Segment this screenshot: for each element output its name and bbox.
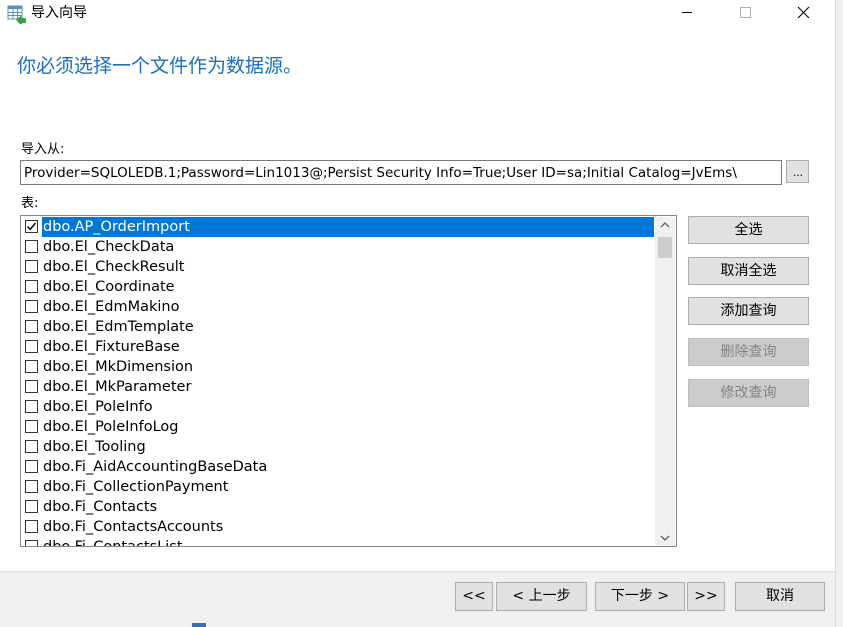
table-name: dbo.El_CheckData xyxy=(43,239,175,255)
table-row[interactable]: dbo.El_CheckData xyxy=(22,237,655,257)
table-row[interactable]: dbo.Fi_AidAccountingBaseData xyxy=(22,457,655,477)
previous-step-button[interactable]: < 上一步 xyxy=(496,582,587,611)
table-row[interactable]: dbo.El_EdmMakino xyxy=(22,297,655,317)
row-checkbox[interactable] xyxy=(25,240,38,253)
table-name: dbo.El_CheckResult xyxy=(43,259,185,275)
window-edge xyxy=(835,0,843,627)
maximize-icon xyxy=(740,7,751,18)
row-checkbox[interactable] xyxy=(25,220,38,233)
vertical-scrollbar[interactable] xyxy=(655,217,675,546)
table-name: dbo.El_Coordinate xyxy=(43,279,175,295)
maximize-button[interactable] xyxy=(722,0,768,28)
table-name: dbo.El_MkParameter xyxy=(43,379,192,395)
table-row[interactable]: dbo.El_Coordinate xyxy=(22,277,655,297)
deselect-all-button[interactable]: 取消全选 xyxy=(688,257,809,285)
import-wizard-window: 导入向导 你必须选择一个文件作为数据源。 导入从: ... 表: dbo.AP_… xyxy=(0,0,835,627)
table-name: dbo.El_FixtureBase xyxy=(43,339,180,355)
row-checkbox[interactable] xyxy=(25,440,38,453)
close-button[interactable] xyxy=(780,0,826,28)
table-row[interactable]: dbo.El_FixtureBase xyxy=(22,337,655,357)
minimize-button[interactable] xyxy=(664,0,710,28)
table-row[interactable]: dbo.El_EdmTemplate xyxy=(22,317,655,337)
row-checkbox[interactable] xyxy=(25,460,38,473)
table-list-rows: dbo.AP_OrderImport dbo.El_CheckData dbo.El… xyxy=(22,217,655,547)
close-icon xyxy=(797,6,810,19)
table-row[interactable]: dbo.El_PoleInfoLog xyxy=(22,417,655,437)
table-row[interactable]: dbo.El_MkDimension xyxy=(22,357,655,377)
table-list[interactable]: dbo.AP_OrderImport dbo.El_CheckData dbo.El… xyxy=(20,215,677,547)
chevron-up-icon xyxy=(660,222,670,228)
modify-query-button: 修改查询 xyxy=(688,379,809,407)
table-row[interactable]: dbo.El_PoleInfo xyxy=(22,397,655,417)
table-name: dbo.El_Tooling xyxy=(43,439,146,455)
table-row[interactable]: dbo.El_MkParameter xyxy=(22,377,655,397)
tables-label: 表: xyxy=(21,196,39,211)
select-all-button[interactable]: 全选 xyxy=(688,216,809,244)
scroll-up-button[interactable] xyxy=(655,217,675,234)
chevron-down-icon xyxy=(660,535,670,541)
table-name: dbo.Fi_ContactsList xyxy=(43,539,183,547)
taskbar-strip xyxy=(192,623,206,627)
table-name: dbo.El_EdmMakino xyxy=(43,299,180,315)
title-bar: 导入向导 xyxy=(0,0,835,28)
table-import-icon xyxy=(7,4,27,26)
row-checkbox[interactable] xyxy=(25,380,38,393)
table-name: dbo.Fi_Contacts xyxy=(43,499,158,515)
row-checkbox[interactable] xyxy=(25,360,38,373)
row-checkbox[interactable] xyxy=(25,260,38,273)
minimize-icon xyxy=(682,12,692,13)
table-row[interactable]: dbo.Fi_ContactsAccounts xyxy=(22,517,655,537)
next-step-button[interactable]: 下一步 > xyxy=(595,582,685,611)
browse-button[interactable]: ... xyxy=(786,160,809,183)
table-name: dbo.AP_OrderImport xyxy=(42,217,654,237)
table-name: dbo.El_PoleInfo xyxy=(43,399,153,415)
table-name: dbo.El_MkDimension xyxy=(43,359,194,375)
row-checkbox[interactable] xyxy=(25,340,38,353)
table-row[interactable]: dbo.El_Tooling xyxy=(22,437,655,457)
table-name: dbo.Fi_CollectionPayment xyxy=(43,479,229,495)
row-checkbox[interactable] xyxy=(25,300,38,313)
table-row[interactable]: dbo.Fi_CollectionPayment xyxy=(22,477,655,497)
table-name: dbo.El_EdmTemplate xyxy=(43,319,194,335)
table-row[interactable]: dbo.AP_OrderImport xyxy=(22,217,655,237)
window-title: 导入向导 xyxy=(31,5,87,21)
row-checkbox[interactable] xyxy=(25,520,38,533)
row-checkbox[interactable] xyxy=(25,420,38,433)
first-step-button[interactable]: << xyxy=(455,582,493,611)
row-checkbox[interactable] xyxy=(25,540,38,546)
cancel-button[interactable]: 取消 xyxy=(735,582,825,611)
table-row[interactable]: dbo.Fi_Contacts xyxy=(22,497,655,517)
check-icon xyxy=(26,222,37,231)
row-checkbox[interactable] xyxy=(25,280,38,293)
scroll-down-button[interactable] xyxy=(655,529,675,546)
row-checkbox[interactable] xyxy=(25,480,38,493)
page-heading: 你必须选择一个文件作为数据源。 xyxy=(17,55,303,77)
row-checkbox[interactable] xyxy=(25,500,38,513)
table-row[interactable]: dbo.El_CheckResult xyxy=(22,257,655,277)
table-name: dbo.Fi_AidAccountingBaseData xyxy=(43,459,268,475)
delete-query-button: 删除查询 xyxy=(688,338,809,366)
table-name: dbo.Fi_ContactsAccounts xyxy=(43,519,224,535)
row-checkbox[interactable] xyxy=(25,320,38,333)
last-step-button[interactable]: >> xyxy=(687,582,725,611)
table-name: dbo.El_PoleInfoLog xyxy=(43,419,179,435)
row-checkbox[interactable] xyxy=(25,400,38,413)
data-source-input[interactable] xyxy=(20,160,782,185)
table-row[interactable]: dbo.Fi_ContactsList xyxy=(22,537,655,547)
add-query-button[interactable]: 添加查询 xyxy=(688,297,809,325)
scroll-thumb[interactable] xyxy=(658,237,672,258)
import-from-label: 导入从: xyxy=(21,142,65,157)
wizard-footer: << < 上一步 下一步 > >> 取消 xyxy=(0,571,835,627)
